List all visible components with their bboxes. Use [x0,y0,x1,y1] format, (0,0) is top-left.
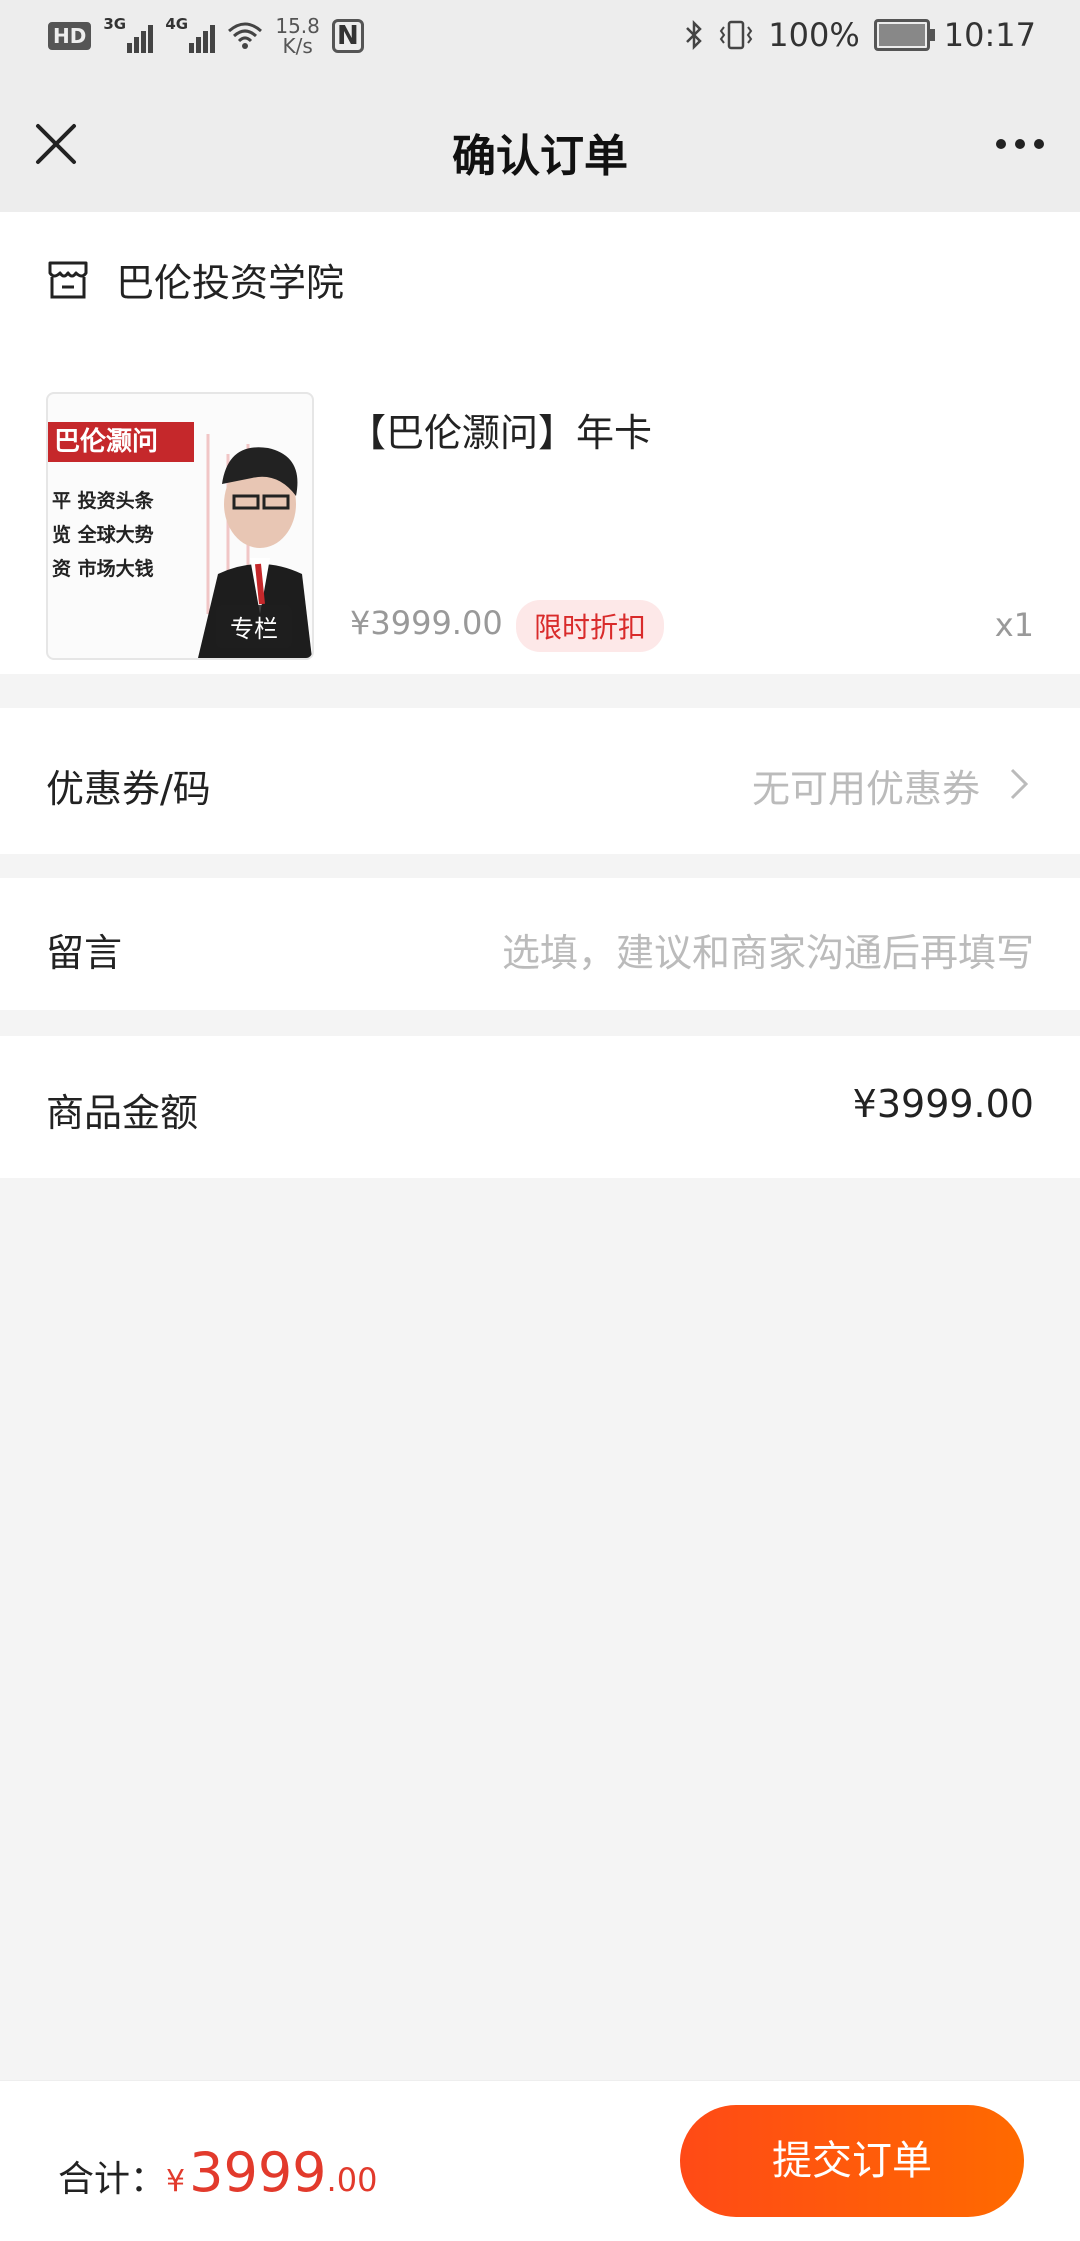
checkout-bar: 合计： ¥ 3999 .00 提交订单 [0,2080,1080,2241]
wifi-icon [228,22,263,49]
battery-icon [873,19,935,51]
network-speed: 15.8 K/s [275,14,320,58]
title-bar: 确认订单 [0,80,1080,212]
chevron-right-icon [1010,768,1029,800]
battery-percent: 100% [768,16,860,54]
page-title: 确认订单 [452,131,628,182]
coupon-value: 无可用优惠券 [751,767,980,811]
status-right: 100% 10:17 [684,16,1036,54]
signal-3g-icon: 3G [103,15,154,53]
total-currency: ¥ [166,2164,186,2199]
amount-value: ¥3999.00 [852,1082,1034,1126]
coupon-label: 优惠券/码 [46,767,211,811]
total-price: 合计： ¥ 3999 .00 [58,2141,377,2204]
hd-indicator: HD [48,22,92,50]
total-label: 合计： [58,2159,167,2200]
product-quantity: x1 [994,606,1034,644]
amount-row: 商品金额 ¥3999.00 [0,1036,1080,1178]
thumb-banner: 巴伦灏问 [48,422,194,462]
store-header[interactable]: 巴伦投资学院 [46,252,344,307]
discount-tag: 限时折扣 [516,600,665,652]
status-left: HD 3G 4G 15.8 K/s N [48,14,364,58]
column-badge: 专栏 [216,605,292,648]
product-thumbnail[interactable]: 巴伦灏问 平 投资头条 览 全球大势 资 市场大钱 专栏 [46,392,314,660]
store-name: 巴伦投资学院 [116,261,345,305]
status-bar: HD 3G 4G 15.8 K/s N 100% 10:17 [0,0,1080,80]
product-title[interactable]: 【巴伦灏问】年卡 [348,402,652,457]
coupon-row[interactable]: 优惠券/码 无可用优惠券 [0,708,1080,854]
thumb-lines: 平 投资头条 览 全球大势 资 市场大钱 [52,490,154,580]
message-row: 留言 选填，建议和商家沟通后再填写 [0,878,1080,1010]
nfc-icon: N [331,19,364,53]
more-icon[interactable] [994,130,1046,158]
product-price: ¥3999.00 [350,604,503,642]
order-card: 巴伦投资学院 巴伦灏问 平 投资头条 览 全球大势 资 市场大钱 专栏 【巴伦灏… [0,212,1080,674]
amount-label: 商品金额 [46,1091,199,1135]
message-label: 留言 [46,931,123,975]
total-integer: 3999 [189,2141,327,2204]
signal-4g-icon: 4G [165,15,216,53]
submit-order-button[interactable]: 提交订单 [680,2105,1024,2217]
message-input[interactable]: 选填，建议和商家沟通后再填写 [502,922,1034,977]
total-decimal: .00 [326,2161,378,2199]
vibrate-icon [720,20,753,50]
store-icon [48,261,88,298]
bluetooth-icon [686,19,703,51]
clock: 10:17 [943,16,1036,54]
